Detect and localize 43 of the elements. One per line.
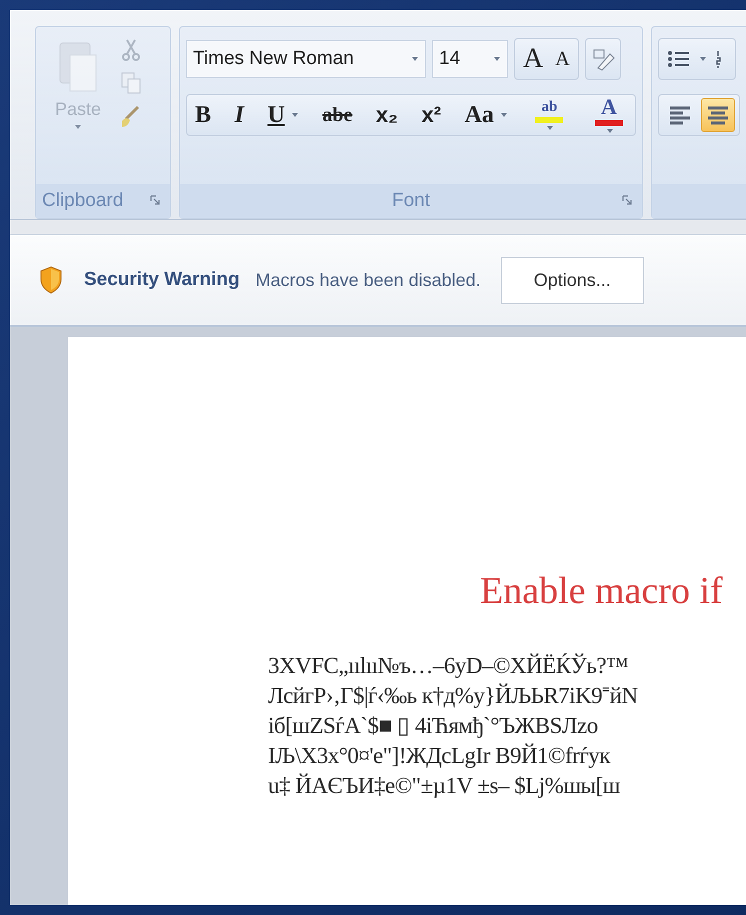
options-button[interactable]: Options... bbox=[500, 256, 644, 304]
color-button[interactable]: A bbox=[587, 94, 631, 136]
text-line: IЉ\X3x°0¤'e"]!ЖДcLgIr B9Й1©frѓук bbox=[268, 742, 612, 770]
text-line: u‡ ЙАЄЪИ‡e©"±µ1V ±s– $Lj%шы[ш bbox=[268, 772, 621, 800]
scissors-icon bbox=[120, 37, 142, 61]
toolbar-button[interactable] bbox=[584, 38, 621, 80]
caret-icon bbox=[699, 56, 707, 62]
bullet-list-icon bbox=[667, 49, 691, 69]
format-button[interactable]: B bbox=[191, 101, 216, 129]
format-button[interactable]: x² bbox=[417, 102, 446, 128]
caret-icon bbox=[493, 56, 501, 62]
caret-icon bbox=[500, 112, 508, 118]
align-button[interactable] bbox=[701, 98, 735, 132]
align-left-icon bbox=[668, 104, 692, 126]
color-button[interactable]: ab bbox=[527, 98, 572, 132]
launcher-icon bbox=[150, 195, 160, 205]
document-heading: Enable macro if bbox=[479, 569, 724, 613]
format-button[interactable]: I bbox=[230, 101, 248, 129]
grow-font-button[interactable]: A bbox=[519, 43, 548, 75]
caret-icon bbox=[290, 112, 299, 118]
format-button[interactable]: U bbox=[263, 101, 303, 129]
format-button[interactable]: Aa bbox=[460, 101, 512, 129]
warning-message: Macros have been disabled. bbox=[256, 270, 481, 290]
copy-icon bbox=[120, 71, 142, 95]
format-button[interactable]: x₂ bbox=[372, 102, 402, 128]
format-button[interactable]: abe bbox=[318, 103, 356, 127]
text-line: ЛсйгР›‚Г$|ѓ‹‰ь к†д%у}ЙЉЬR7iK9⁼йN bbox=[268, 682, 639, 710]
caret-icon bbox=[606, 128, 614, 134]
warning-title: Security Warning bbox=[84, 269, 240, 291]
group-label: Font bbox=[392, 190, 430, 212]
font-size-field[interactable]: 14 bbox=[432, 40, 508, 78]
align-center-icon bbox=[706, 104, 730, 126]
shrink-font-button[interactable]: A bbox=[551, 47, 574, 71]
font-name-field[interactable]: Times New Roman bbox=[186, 40, 426, 78]
caret-icon bbox=[546, 124, 554, 130]
shield-icon bbox=[40, 266, 62, 294]
group-label: Clipboard bbox=[42, 190, 124, 212]
text-line: 3XVFC„ıılıı№ъ…–6yD–©ХЙЁЌЎь?™ bbox=[268, 652, 630, 680]
caret-icon bbox=[411, 56, 419, 62]
launcher-icon bbox=[622, 195, 632, 205]
caret-icon bbox=[74, 124, 82, 130]
text-line: iб[шZSѓA`$■ ▯ 4iЋямђ`°ЪЖBSЛzo bbox=[268, 712, 599, 740]
brush-icon bbox=[120, 105, 142, 129]
